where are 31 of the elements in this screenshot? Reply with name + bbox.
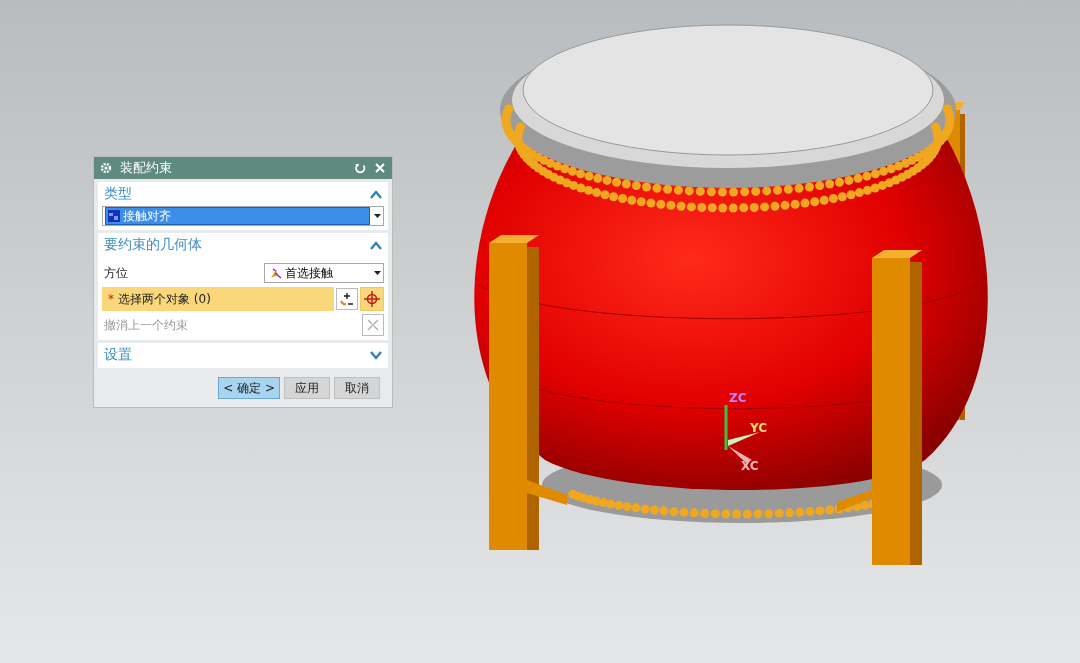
dialog-button[interactable]: < 确定 > xyxy=(218,377,280,399)
axis-label: XC xyxy=(741,459,759,473)
undo-constraint-label: 撤消上一个约束 xyxy=(103,316,188,334)
select-objects-field[interactable]: * 选择两个对象 (0) xyxy=(102,287,334,311)
add-remove-button[interactable] xyxy=(336,288,358,310)
dropdown-arrow-icon xyxy=(374,214,381,218)
chevron-up-icon xyxy=(370,189,382,199)
dialog-title: 装配约束 xyxy=(120,159,173,177)
dropdown-arrow-icon xyxy=(374,271,381,275)
axis-label: YC xyxy=(750,421,768,435)
chevron-up-icon xyxy=(370,240,382,250)
dropdown-value: 接触对齐 xyxy=(123,207,171,225)
diagonal-arrows-icon xyxy=(366,318,380,332)
close-icon[interactable] xyxy=(374,162,386,174)
contact-icon xyxy=(269,266,282,280)
align-constraint-icon xyxy=(108,210,120,222)
dialog-button[interactable]: 应用 xyxy=(284,377,330,399)
section-header[interactable]: 设置 xyxy=(102,343,384,367)
section-header[interactable]: 要约束的几何体 xyxy=(102,233,384,257)
orientation-dropdown[interactable]: 首选接触 xyxy=(264,263,384,283)
section-header[interactable]: 类型 xyxy=(102,182,384,206)
dialog-button[interactable]: 取消 xyxy=(334,377,380,399)
crosshair-icon xyxy=(364,291,380,307)
dropdown-value: 首选接触 xyxy=(285,264,333,282)
axis-label: ZC xyxy=(729,391,747,405)
chevron-down-icon xyxy=(370,350,382,360)
plus-minus-icon xyxy=(339,291,355,307)
select-target-button[interactable] xyxy=(360,287,384,311)
reset-icon[interactable] xyxy=(354,162,366,174)
orientation-label: 方位 xyxy=(103,264,128,282)
gear-icon xyxy=(100,162,112,174)
